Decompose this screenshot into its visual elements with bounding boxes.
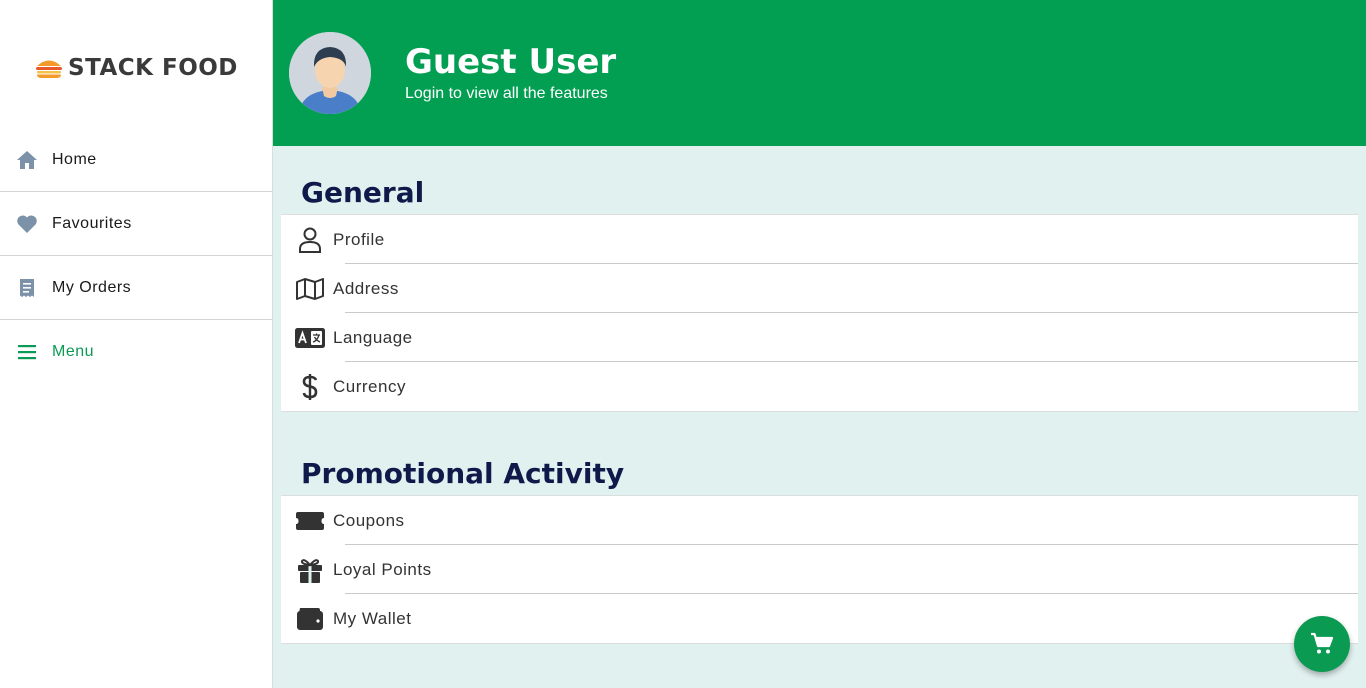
login-hint[interactable]: Login to view all the features — [405, 85, 608, 103]
sidebar-item-label: Home — [52, 150, 97, 168]
translate-icon — [295, 323, 325, 353]
cart-button[interactable] — [1294, 616, 1350, 672]
receipt-icon — [16, 277, 38, 299]
app-logo[interactable]: STACK FOOD — [34, 52, 238, 84]
home-icon — [16, 149, 38, 171]
menu-item-label: Loyal Points — [333, 559, 432, 579]
profile-header: Guest User Login to view all the feature… — [273, 0, 1366, 146]
user-name: Guest User — [405, 42, 617, 82]
menu-item-label: Language — [333, 327, 413, 347]
gift-icon — [295, 555, 325, 585]
menu-item-label: Coupons — [333, 510, 405, 530]
heart-icon — [16, 213, 38, 235]
menu-content: General Profile Address Language Currenc… — [273, 146, 1366, 688]
sidebar-item-label: Menu — [52, 343, 95, 360]
menu-item-loyal-points[interactable]: Loyal Points — [281, 545, 1358, 594]
sidebar-item-label: My Orders — [52, 278, 132, 296]
logo-text: STACK FOOD — [68, 55, 238, 81]
avatar[interactable] — [289, 32, 371, 114]
person-icon — [295, 225, 325, 255]
sidebar-item-menu[interactable]: Menu — [0, 320, 273, 384]
menu-item-label: Address — [333, 278, 399, 298]
sidebar: STACK FOOD Home Favourites My Orders Men… — [0, 0, 273, 688]
cart-icon — [1311, 632, 1334, 654]
section-title-promotional: Promotional Activity — [301, 457, 625, 490]
dollar-icon — [295, 372, 325, 402]
sidebar-item-label: Favourites — [52, 214, 132, 232]
menu-item-currency[interactable]: Currency — [281, 362, 1358, 411]
menu-icon — [16, 341, 38, 363]
map-icon — [295, 274, 325, 304]
promotional-list: Coupons Loyal Points My Wallet — [281, 495, 1358, 644]
menu-item-label: Profile — [333, 229, 385, 249]
menu-item-label: My Wallet — [333, 608, 412, 628]
menu-item-my-wallet[interactable]: My Wallet — [281, 594, 1358, 643]
ticket-icon — [295, 506, 325, 536]
menu-item-language[interactable]: Language — [281, 313, 1358, 362]
menu-item-address[interactable]: Address — [281, 264, 1358, 313]
menu-item-label: Currency — [333, 376, 406, 396]
sidebar-item-favourites[interactable]: Favourites — [0, 192, 273, 256]
sidebar-item-my-orders[interactable]: My Orders — [0, 256, 273, 320]
burger-logo-icon — [36, 60, 62, 78]
sidebar-item-home[interactable]: Home — [0, 128, 273, 192]
menu-item-profile[interactable]: Profile — [281, 215, 1358, 264]
general-list: Profile Address Language Currency — [281, 214, 1358, 412]
sidebar-nav: Home Favourites My Orders Menu — [0, 128, 273, 384]
section-title-general: General — [301, 176, 425, 209]
menu-item-coupons[interactable]: Coupons — [281, 496, 1358, 545]
wallet-icon — [295, 604, 325, 634]
